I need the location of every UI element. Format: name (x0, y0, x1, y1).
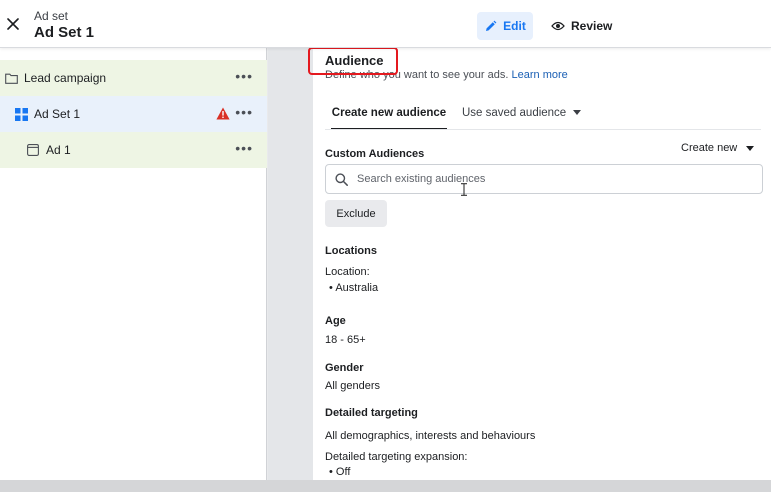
bottom-scroll-strip (0, 480, 771, 492)
close-icon (7, 18, 19, 30)
eye-icon (551, 21, 565, 31)
warning-icon (216, 107, 230, 120)
tree-item-label: Lead campaign (24, 71, 107, 85)
tab-create-new-audience[interactable]: Create new audience (331, 100, 447, 130)
audience-description: Define who you want to see your ads. Lea… (325, 69, 568, 81)
create-new-dropdown[interactable]: Create new (681, 142, 755, 154)
top-bar: Ad set Ad Set 1 Edit Review (0, 0, 771, 48)
targeting-expansion-item: • Off (329, 466, 351, 478)
review-button[interactable]: Review (545, 12, 618, 40)
gender-label: Gender (325, 362, 364, 374)
detailed-targeting-label: Detailed targeting (325, 407, 418, 419)
gender-value: All genders (325, 380, 381, 392)
caret-down-icon (573, 110, 582, 116)
exclude-button[interactable]: Exclude (325, 200, 387, 227)
targeting-expansion-label: Detailed targeting expansion: (325, 451, 468, 463)
close-button[interactable] (3, 14, 23, 34)
age-value: 18 - 65+ (325, 334, 366, 346)
folder-icon (4, 71, 18, 85)
tabs-divider (325, 129, 761, 130)
tree-item-ad[interactable]: Ad 1 ••• (0, 132, 267, 168)
tab-label: Use saved audience (462, 107, 567, 119)
more-options-icon[interactable]: ••• (235, 141, 253, 155)
age-label: Age (325, 315, 346, 327)
location-value: Australia (335, 282, 379, 294)
ad-icon (26, 143, 40, 157)
learn-more-link[interactable]: Learn more (512, 69, 568, 81)
search-audiences-input[interactable]: Search existing audiences (325, 164, 763, 194)
tab-use-saved-audience[interactable]: Use saved audience (462, 100, 582, 130)
custom-audiences-label: Custom Audiences (325, 148, 425, 160)
detailed-targeting-value: All demographics, interests and behaviou… (325, 430, 536, 442)
header-titles: Ad set Ad Set 1 (34, 9, 94, 43)
location-item: • Australia (329, 282, 379, 294)
campaign-tree: Lead campaign ••• Ad Set 1 ••• Ad 1 ••• (0, 48, 267, 492)
search-icon (335, 173, 348, 186)
tree-item-campaign[interactable]: Lead campaign ••• (0, 60, 267, 96)
more-options-icon[interactable]: ••• (235, 105, 253, 119)
grid-icon (14, 107, 28, 121)
page-title: Ad Set 1 (34, 24, 95, 41)
description-text: Define who you want to see your ads. (325, 69, 509, 81)
more-options-icon[interactable]: ••• (235, 69, 253, 83)
tree-item-adset[interactable]: Ad Set 1 ••• (0, 96, 267, 132)
edit-button[interactable]: Edit (477, 12, 533, 40)
create-new-label: Create new (681, 142, 738, 154)
locations-label: Locations (325, 245, 377, 257)
audience-title: Audience (325, 53, 384, 68)
tree-item-label: Ad 1 (46, 143, 71, 157)
targeting-expansion-value: Off (335, 466, 351, 478)
header-subtitle: Ad set (34, 9, 69, 23)
tree-item-label: Ad Set 1 (34, 107, 81, 121)
caret-down-icon (746, 145, 755, 151)
review-label: Review (571, 19, 613, 33)
pencil-icon (486, 20, 497, 31)
edit-label: Edit (503, 19, 526, 33)
text-cursor-icon (461, 183, 467, 196)
location-sub-label: Location: (325, 266, 370, 278)
